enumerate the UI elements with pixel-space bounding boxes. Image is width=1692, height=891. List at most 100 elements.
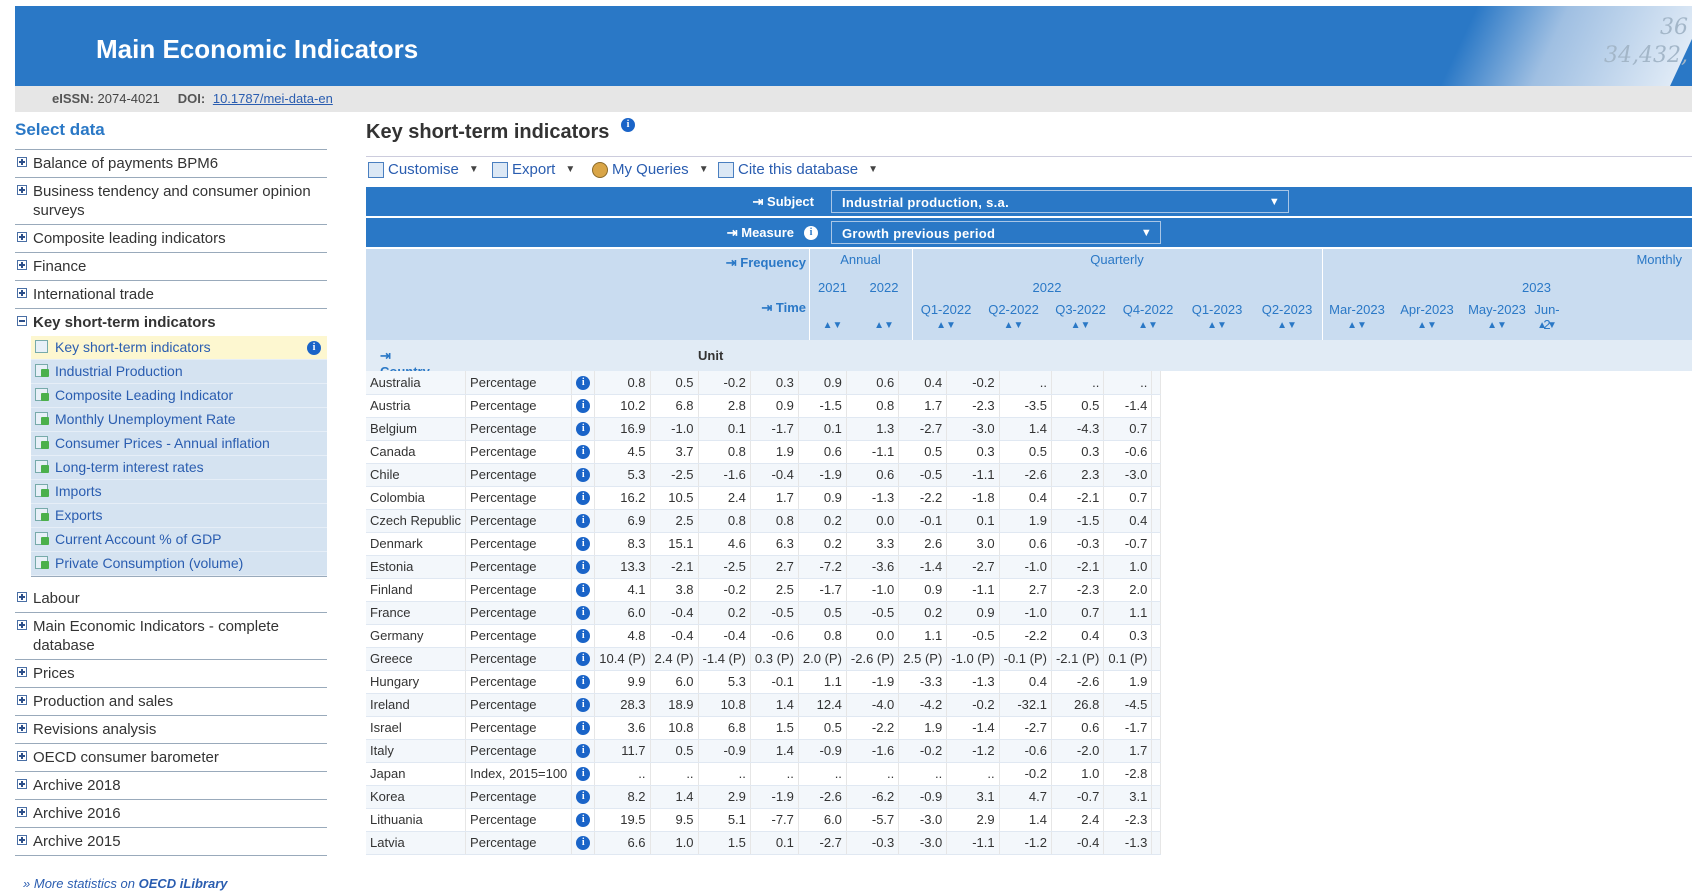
- value-cell: -0.5: [750, 601, 799, 625]
- info-icon[interactable]: i: [576, 813, 591, 828]
- sub-item-private-consumption-volume[interactable]: Private Consumption (volume): [31, 552, 327, 576]
- sort-arrows-icon[interactable]: ▲▼: [1462, 320, 1532, 331]
- chevron-down-icon[interactable]: ▼: [868, 164, 878, 175]
- info-icon[interactable]: i: [576, 422, 591, 437]
- sort-arrows-icon[interactable]: ▲▼: [1532, 320, 1562, 331]
- chevron-down-icon[interactable]: ▼: [469, 164, 479, 175]
- expand-icon[interactable]: [17, 779, 27, 789]
- sort-arrows-icon[interactable]: ▲▼: [809, 320, 856, 331]
- expand-icon[interactable]: [17, 807, 27, 817]
- sidebar-item-composite-leading-indicators[interactable]: Composite leading indicators: [15, 225, 327, 253]
- value-cell: 15.1: [650, 532, 699, 556]
- info-icon[interactable]: i: [576, 652, 591, 667]
- expand-icon[interactable]: [17, 592, 27, 602]
- sidebar-item-finance[interactable]: Finance: [15, 253, 327, 281]
- info-icon[interactable]: i: [576, 537, 591, 552]
- info-icon[interactable]: i: [576, 675, 591, 690]
- info-icon[interactable]: i: [576, 767, 591, 782]
- country-cell: Canada: [366, 440, 467, 464]
- sort-arrows-icon[interactable]: ▲▼: [980, 320, 1047, 331]
- my-queries-button[interactable]: My Queries ▼: [592, 161, 709, 178]
- expand-icon[interactable]: [17, 185, 27, 195]
- sidebar-item-archive-2015[interactable]: Archive 2015: [15, 828, 327, 856]
- info-icon[interactable]: i: [576, 790, 591, 805]
- expand-icon[interactable]: [17, 157, 27, 167]
- sort-arrows-icon[interactable]: ▲▼: [912, 320, 980, 331]
- sidebar-item-main-economic-indicators-complete-database[interactable]: Main Economic Indicators - complete data…: [15, 613, 327, 660]
- sidebar-item-key-short-term-indicators[interactable]: Key short-term indicators: [15, 309, 327, 336]
- info-icon[interactable]: i: [576, 468, 591, 483]
- page-title: Key short-term indicators i: [366, 117, 635, 144]
- sort-arrows-icon[interactable]: ▲▼: [1322, 320, 1392, 331]
- sub-item-monthly-unemployment-rate[interactable]: Monthly Unemployment Rate: [31, 408, 327, 432]
- sub-item-composite-leading-indicator[interactable]: Composite Leading Indicator: [31, 384, 327, 408]
- info-icon[interactable]: i: [307, 341, 321, 355]
- expand-icon[interactable]: [17, 260, 27, 270]
- info-icon[interactable]: i: [576, 606, 591, 621]
- sub-item-long-term-interest-rates[interactable]: Long-term interest rates: [31, 456, 327, 480]
- sort-arrows-icon[interactable]: ▲▼: [1182, 320, 1252, 331]
- sub-item-exports[interactable]: Exports: [31, 504, 327, 528]
- value-cell: 0.1: [750, 831, 799, 855]
- info-icon[interactable]: i: [620, 117, 635, 132]
- cite-button[interactable]: Cite this database ▼: [718, 161, 878, 178]
- sort-arrows-icon[interactable]: ▲▼: [1047, 320, 1114, 331]
- value-cell: -1.1: [946, 831, 1000, 855]
- expand-icon[interactable]: [17, 288, 27, 298]
- collapse-icon[interactable]: [17, 316, 27, 326]
- export-button[interactable]: Export ▼: [492, 161, 575, 178]
- value-cell: ..: [698, 762, 751, 786]
- expand-icon[interactable]: [17, 667, 27, 677]
- info-icon[interactable]: i: [576, 445, 591, 460]
- info-cell: i: [571, 509, 596, 533]
- sidebar-item-archive-2016[interactable]: Archive 2016: [15, 800, 327, 828]
- info-icon[interactable]: i: [576, 629, 591, 644]
- info-icon[interactable]: i: [576, 583, 591, 598]
- info-icon[interactable]: i: [576, 491, 591, 506]
- more-link-text[interactable]: OECD iLibrary: [139, 876, 228, 891]
- sort-arrows-icon[interactable]: ▲▼: [1392, 320, 1462, 331]
- info-icon[interactable]: i: [576, 560, 591, 575]
- subject-select[interactable]: Industrial production, s.a. ▼: [831, 190, 1289, 213]
- chevron-down-icon[interactable]: ▼: [565, 164, 575, 175]
- expand-icon[interactable]: [17, 723, 27, 733]
- sidebar-item-business-tendency-and-consumer-opinion-surveys[interactable]: Business tendency and consumer opinion s…: [15, 178, 327, 225]
- value-cell: 2.4: [1051, 808, 1105, 832]
- expand-icon[interactable]: [17, 751, 27, 761]
- more-statistics-link[interactable]: » More statistics on OECD iLibrary: [15, 856, 327, 891]
- sidebar-item-oecd-consumer-barometer[interactable]: OECD consumer barometer: [15, 744, 327, 772]
- sidebar-item-international-trade[interactable]: International trade: [15, 281, 327, 309]
- expand-icon[interactable]: [17, 695, 27, 705]
- info-icon[interactable]: i: [576, 744, 591, 759]
- sub-item-current-account-of-gdp[interactable]: Current Account % of GDP: [31, 528, 327, 552]
- sub-item-consumer-prices-annual-inflation[interactable]: Consumer Prices - Annual inflation: [31, 432, 327, 456]
- info-icon[interactable]: i: [576, 698, 591, 713]
- sort-arrows-icon[interactable]: ▲▼: [1114, 320, 1182, 331]
- sidebar-item-labour[interactable]: Labour: [15, 585, 327, 613]
- expand-icon[interactable]: [17, 620, 27, 630]
- expand-icon[interactable]: [17, 835, 27, 845]
- info-icon[interactable]: i: [576, 514, 591, 529]
- sub-item-key-short-term-indicators[interactable]: Key short-term indicators i: [31, 336, 327, 360]
- sidebar-item-revisions-analysis[interactable]: Revisions analysis: [15, 716, 327, 744]
- sidebar-item-balance-of-payments-bpm6[interactable]: Balance of payments BPM6: [15, 150, 327, 178]
- sort-arrows-icon[interactable]: ▲▼: [1252, 320, 1322, 331]
- info-icon[interactable]: i: [576, 399, 591, 414]
- info-icon[interactable]: i: [576, 376, 591, 391]
- chevron-down-icon[interactable]: ▼: [699, 164, 709, 175]
- sidebar-item-production-and-sales[interactable]: Production and sales: [15, 688, 327, 716]
- sub-item-imports[interactable]: Imports: [31, 480, 327, 504]
- expand-icon[interactable]: [17, 232, 27, 242]
- info-icon[interactable]: i: [804, 226, 818, 240]
- sidebar-item-archive-2018[interactable]: Archive 2018: [15, 772, 327, 800]
- value-cell: -1.0: [846, 578, 900, 602]
- sub-item-industrial-production[interactable]: Industrial Production: [31, 360, 327, 384]
- sidebar-item-prices[interactable]: Prices: [15, 660, 327, 688]
- measure-select[interactable]: Growth previous period ▼: [831, 221, 1161, 244]
- doi-link[interactable]: 10.1787/mei-data-en: [213, 91, 333, 106]
- info-icon[interactable]: i: [576, 721, 591, 736]
- sort-arrows-icon[interactable]: ▲▼: [856, 320, 912, 331]
- info-icon[interactable]: i: [576, 836, 591, 851]
- add-dataset-icon: [35, 412, 49, 425]
- customise-button[interactable]: Customise ▼: [368, 161, 479, 178]
